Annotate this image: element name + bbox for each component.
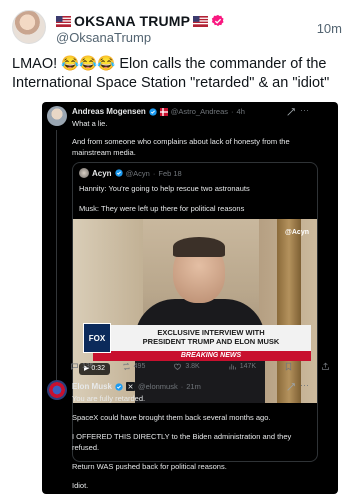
avatar[interactable]: [79, 168, 89, 178]
avatar[interactable]: [12, 10, 46, 44]
video-background: [73, 219, 143, 403]
network-logo: FOX: [83, 323, 111, 353]
author-name[interactable]: Andreas Mogensen: [72, 107, 146, 116]
bookmark-icon: [285, 362, 292, 371]
quote-date[interactable]: Feb 18: [158, 169, 181, 178]
repost-button[interactable]: 495: [122, 362, 146, 371]
musk-time[interactable]: 21m: [186, 382, 201, 391]
musk-line-4: Return WAS pushed back for political rea…: [72, 462, 227, 471]
like-count: 3.8K: [185, 362, 200, 370]
grok-icon[interactable]: [286, 107, 296, 117]
view-count: 147K: [239, 362, 257, 370]
author-handle[interactable]: @Astro_Andreas: [171, 107, 228, 116]
quote-line-1: Hannity: You're going to help rescue two…: [79, 184, 250, 193]
heart-icon: [174, 363, 182, 370]
flag-icon: [159, 107, 168, 116]
musk-header: Elon Musk @elonmusk · 21m: [72, 382, 201, 391]
quote-author[interactable]: Acyn: [92, 169, 112, 178]
video-player[interactable]: @Acyn EXCLUSIVE INTERVIEW WITH PRESIDENT…: [73, 219, 317, 403]
analytics-icon: [229, 363, 236, 369]
reply-count: 135: [82, 362, 94, 370]
musk-line-2: SpaceX could have brought them back seve…: [72, 413, 271, 422]
display-name[interactable]: OKSANA TRUMP: [74, 13, 190, 29]
timestamp[interactable]: 10m: [317, 21, 342, 36]
banner-line-2: PRESIDENT TRUMP AND ELON MUSK: [142, 337, 280, 346]
display-name-row[interactable]: OKSANA TRUMP: [56, 12, 225, 30]
verified-badge-icon: [114, 169, 123, 177]
musk-line-3: I OFFERED THIS DIRECTLY to the Biden adm…: [72, 432, 292, 452]
author-handle[interactable]: @elonmusk: [138, 382, 178, 391]
reply-icon: [71, 363, 78, 370]
video-watermark: @Acyn: [285, 229, 309, 236]
x-affiliate-icon: [126, 382, 136, 391]
reply-button[interactable]: 135: [70, 362, 94, 371]
reply-line-1: What a lie.: [72, 119, 108, 128]
lower-third-banner: EXCLUSIVE INTERVIEW WITH PRESIDENT TRUMP…: [93, 325, 311, 351]
share-button[interactable]: [321, 362, 330, 371]
more-icon[interactable]: ···: [300, 105, 309, 115]
avatar[interactable]: [47, 106, 67, 126]
author-name[interactable]: Elon Musk: [72, 382, 112, 391]
grok-icon[interactable]: [286, 382, 296, 392]
verified-badge-icon: [149, 107, 157, 116]
musk-line-1: You are fully retarded.: [72, 394, 146, 403]
like-button[interactable]: 3.8K: [173, 362, 200, 371]
tweet-text: LMAO! 😂😂😂 Elon calls the commander of th…: [12, 56, 330, 91]
handle[interactable]: @OksanaTrump: [56, 30, 151, 45]
verified-badge-icon: [212, 14, 224, 27]
quote-header: Acyn @Acyn · Feb 18: [79, 168, 182, 178]
embedded-screenshot[interactable]: Andreas Mogensen @Astro_Andreas · 4h ···…: [42, 102, 338, 494]
repost-icon: [123, 362, 130, 370]
quote-handle[interactable]: @Acyn: [126, 169, 150, 178]
musk-line-5: Idiot.: [72, 481, 89, 490]
bookmark-button[interactable]: [284, 362, 293, 371]
banner-line-1: EXCLUSIVE INTERVIEW WITH: [157, 328, 265, 337]
video-background: [277, 219, 301, 403]
us-flag-icon: [193, 15, 209, 27]
quote-line-2: Musk: They were left up there for politi…: [79, 204, 245, 213]
avatar[interactable]: [47, 380, 67, 400]
reply-line-2: And from someone who complains about lac…: [72, 137, 290, 157]
views-button[interactable]: 147K: [228, 362, 256, 371]
action-bar: 135 495 3.8K 147K: [70, 360, 330, 372]
thread-line: [56, 130, 57, 380]
repost-count: 495: [133, 362, 146, 370]
reply-time[interactable]: 4h: [237, 107, 245, 116]
tweet-header: OKSANA TRUMP @OksanaTrump 10m: [12, 10, 342, 46]
verified-badge-icon: [115, 382, 123, 391]
us-flag-icon: [56, 15, 71, 27]
share-icon: [322, 362, 329, 370]
more-icon[interactable]: ···: [300, 380, 309, 390]
video-subject: [173, 237, 225, 257]
